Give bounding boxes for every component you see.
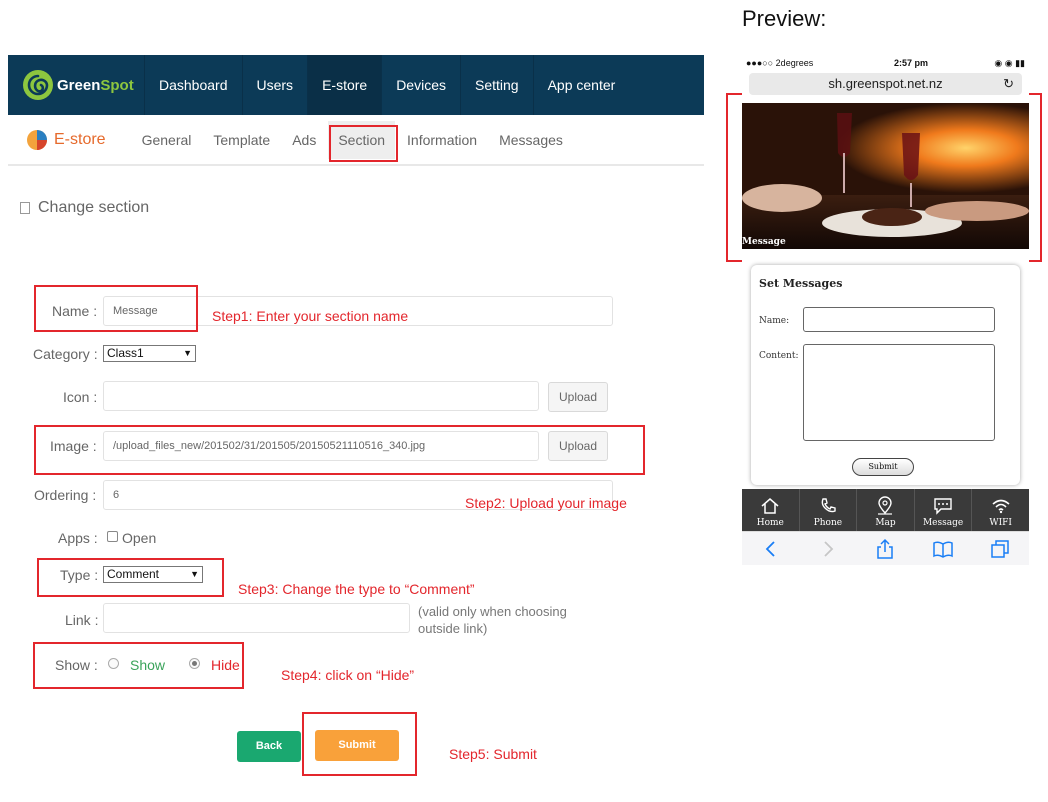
greenspot-logo[interactable]: GreenSpot xyxy=(8,55,145,115)
estore-brand-label: E-store xyxy=(54,130,106,148)
nav-dashboard[interactable]: Dashboard xyxy=(145,55,243,115)
page-title: Change section xyxy=(20,199,149,217)
apps-label: Apps : xyxy=(58,530,98,546)
tab-information[interactable]: Information xyxy=(397,121,487,159)
step2-annotation: Step2: Upload your image xyxy=(465,495,627,511)
category-select[interactable]: Class1 ▼ xyxy=(103,345,196,362)
forward-arrow-icon[interactable] xyxy=(817,538,839,560)
tab-general[interactable]: General xyxy=(132,121,202,159)
submit-highlight xyxy=(302,712,417,776)
greenspot-swirl-icon xyxy=(23,70,53,100)
card-name-input[interactable] xyxy=(803,307,995,332)
carrier-text: ●●●○○ 2degrees xyxy=(746,58,814,68)
icon-upload-button[interactable]: Upload xyxy=(548,382,608,412)
step5-annotation: Step5: Submit xyxy=(449,746,537,762)
phone-icon xyxy=(821,498,836,513)
icon-label: Icon : xyxy=(63,389,98,405)
tabs-icon[interactable] xyxy=(989,538,1011,560)
link-input[interactable] xyxy=(103,603,410,633)
card-name-label: Name: xyxy=(759,316,790,326)
type-highlight xyxy=(37,558,224,597)
hero-caption: Message xyxy=(742,237,786,247)
tab-messages[interactable]: Messages xyxy=(489,121,573,159)
document-icon xyxy=(20,202,30,214)
nav-app-center[interactable]: App center xyxy=(534,55,630,115)
battery-icon: ◉ ◉ ▮▮ xyxy=(994,57,1025,68)
tab-map-label: Map xyxy=(875,518,896,528)
card-title: Set Messages xyxy=(759,277,843,290)
tab-message-label: Message xyxy=(922,518,964,528)
dinner-photo xyxy=(742,103,1029,249)
share-icon[interactable] xyxy=(874,538,896,560)
tab-map[interactable]: Map xyxy=(857,489,915,531)
tab-phone-label: Phone xyxy=(813,518,843,528)
category-label: Category : xyxy=(33,346,98,362)
back-arrow-icon[interactable] xyxy=(760,538,782,560)
section-tab-highlight xyxy=(329,125,398,162)
image-highlight xyxy=(34,425,645,475)
dropdown-arrow-icon: ▼ xyxy=(183,348,192,358)
tab-template[interactable]: Template xyxy=(203,121,280,159)
category-select-value: Class1 xyxy=(107,346,144,360)
app-tab-bar: Home Phone Map Message WIFI xyxy=(742,489,1029,531)
ordering-label: Ordering : xyxy=(34,487,97,503)
page-title-text: Change section xyxy=(38,199,150,216)
top-navigation: GreenSpot Dashboard Users E-store Device… xyxy=(8,55,704,115)
card-submit-button[interactable]: Submit xyxy=(852,458,914,476)
link-label: Link : xyxy=(65,612,99,628)
card-content-textarea[interactable] xyxy=(803,344,995,441)
apps-open-label: Open xyxy=(122,530,157,546)
tab-home[interactable]: Home xyxy=(742,489,800,531)
logo-text: GreenSpot xyxy=(57,76,134,94)
nav-setting[interactable]: Setting xyxy=(461,55,534,115)
set-messages-card: Set Messages Name: Content: Submit xyxy=(751,265,1020,485)
step4-annotation: Step4: click on “Hide” xyxy=(281,667,415,683)
tab-ads[interactable]: Ads xyxy=(282,121,326,159)
safari-toolbar xyxy=(742,531,1029,565)
reload-icon[interactable]: ↻ xyxy=(1003,73,1014,95)
icon-input[interactable] xyxy=(103,381,539,411)
estore-brand: E-store xyxy=(26,129,106,151)
url-text: sh.greenspot.net.nz xyxy=(828,76,943,91)
pie-chart-icon xyxy=(27,129,47,150)
tab-message[interactable]: Message xyxy=(915,489,973,531)
nav-devices[interactable]: Devices xyxy=(382,55,461,115)
address-bar[interactable]: sh.greenspot.net.nz ↻ xyxy=(749,73,1022,95)
tab-wifi-label: WIFI xyxy=(989,518,1012,528)
map-pin-icon xyxy=(878,496,893,515)
section-hero-image: Message xyxy=(742,103,1029,249)
phone-preview: ●●●○○ 2degrees 2:57 pm ◉ ◉ ▮▮ sh.greensp… xyxy=(742,55,1029,565)
message-bubble-icon xyxy=(934,498,952,515)
nav-estore[interactable]: E-store xyxy=(308,55,383,115)
step1-annotation: Step1: Enter your section name xyxy=(212,308,409,324)
clock-text: 2:57 pm xyxy=(893,58,928,68)
bookmarks-icon[interactable] xyxy=(932,538,954,560)
phone-status-bar: ●●●○○ 2degrees 2:57 pm ◉ ◉ ▮▮ xyxy=(742,55,1029,71)
home-icon xyxy=(761,498,779,514)
step3-annotation: Step3: Change the type to “Comment” xyxy=(238,581,475,597)
nav-users[interactable]: Users xyxy=(243,55,309,115)
apps-open-checkbox[interactable] xyxy=(107,531,118,542)
show-hide-highlight xyxy=(33,642,244,689)
tab-home-label: Home xyxy=(756,518,784,528)
tab-phone[interactable]: Phone xyxy=(800,489,858,531)
card-content-label: Content: xyxy=(759,351,799,361)
name-highlight xyxy=(34,285,198,332)
tab-wifi[interactable]: WIFI xyxy=(972,489,1029,531)
preview-title: Preview: xyxy=(742,6,827,31)
link-note: (valid only when choosing outside link) xyxy=(418,604,567,636)
wifi-icon xyxy=(992,499,1010,514)
back-button[interactable]: Back xyxy=(237,731,301,762)
